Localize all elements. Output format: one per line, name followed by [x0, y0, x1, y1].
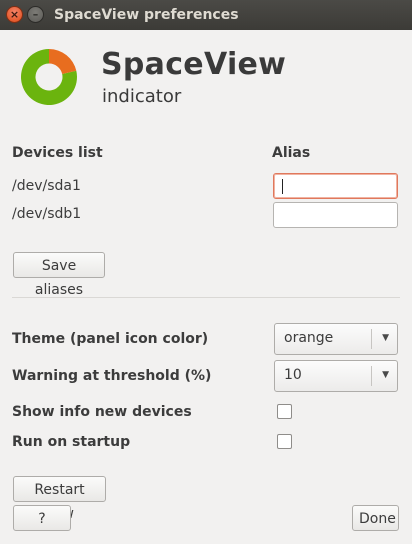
- logo-ring-orange: [49, 49, 77, 75]
- alias-header: Alias: [272, 145, 311, 161]
- theme-label: Theme (panel icon color): [12, 331, 209, 347]
- device-label-sdb1: /dev/sdb1: [12, 206, 82, 222]
- separator: [12, 297, 400, 298]
- threshold-label: Warning at threshold (%): [12, 368, 212, 384]
- help-button[interactable]: ?: [13, 505, 71, 531]
- close-icon: ×: [9, 8, 20, 21]
- minimize-icon: –: [32, 8, 39, 21]
- done-button[interactable]: Done: [352, 505, 399, 531]
- minimize-window-button[interactable]: –: [27, 6, 44, 23]
- run-on-startup-checkbox[interactable]: [277, 434, 292, 449]
- theme-combo[interactable]: orange ▼: [274, 323, 398, 355]
- combo-divider: [371, 366, 372, 386]
- alias-input-sdb1[interactable]: [273, 202, 398, 228]
- devices-list-header: Devices list: [12, 145, 103, 161]
- show-info-label: Show info new devices: [12, 404, 192, 420]
- close-window-button[interactable]: ×: [6, 6, 23, 23]
- window-title: SpaceView preferences: [54, 7, 239, 23]
- alias-input-sda1[interactable]: [273, 173, 398, 199]
- pie-ring-icon: [20, 49, 77, 105]
- threshold-combo[interactable]: 10 ▼: [274, 360, 398, 392]
- restart-now-button[interactable]: Restart now: [13, 476, 106, 522]
- app-subtitle: indicator: [102, 86, 182, 107]
- theme-value: orange: [284, 330, 334, 346]
- device-label-sda1: /dev/sda1: [12, 178, 81, 194]
- chevron-down-icon: ▼: [382, 333, 389, 343]
- combo-divider: [371, 329, 372, 349]
- app-name: SpaceView: [101, 47, 287, 82]
- threshold-value: 10: [284, 367, 302, 383]
- title-bar: × – SpaceView preferences: [0, 0, 412, 30]
- text-caret: [282, 179, 283, 194]
- chevron-down-icon: ▼: [382, 370, 389, 380]
- show-info-checkbox[interactable]: [277, 404, 292, 419]
- save-aliases-button[interactable]: Save aliases: [13, 252, 105, 298]
- run-on-startup-label: Run on startup: [12, 434, 131, 450]
